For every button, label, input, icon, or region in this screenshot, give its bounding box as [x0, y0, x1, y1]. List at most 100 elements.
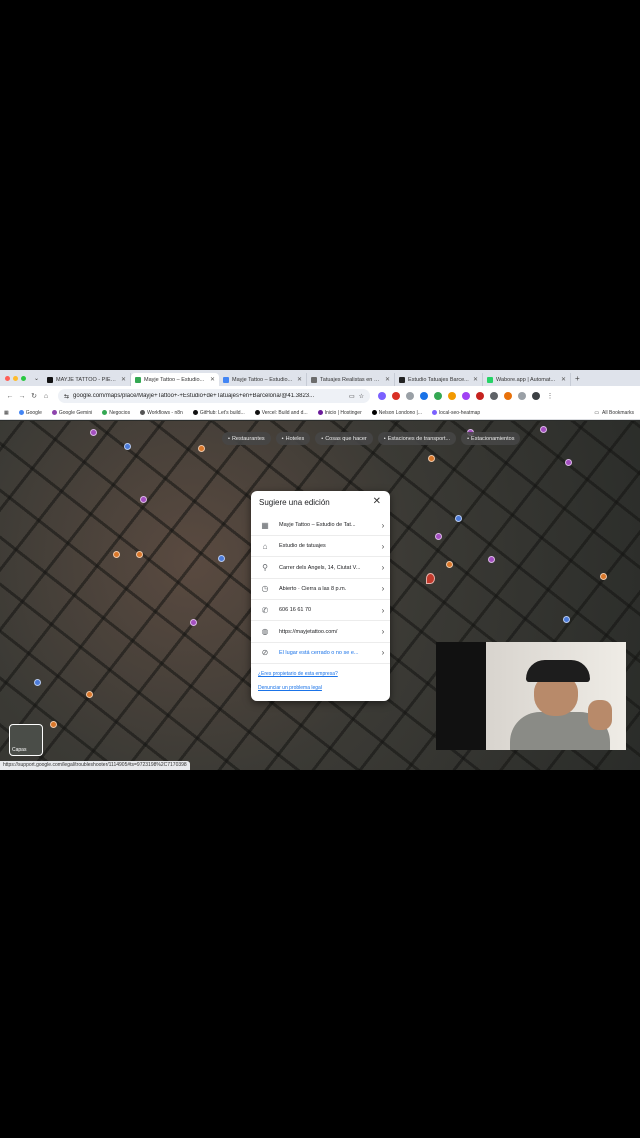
map-chip[interactable]: • Hoteles	[275, 432, 311, 445]
browser-toolbar: ← → ↻ ⌂ ⇆ google.com/maps/place/Mayje+Ta…	[0, 386, 640, 406]
map-poi-marker[interactable]	[34, 679, 41, 686]
map-poi-marker[interactable]	[113, 551, 120, 558]
close-tab-icon[interactable]: ✕	[473, 376, 478, 383]
maximize-window-button[interactable]	[21, 375, 26, 381]
map-poi-marker[interactable]	[86, 691, 93, 698]
close-tab-icon[interactable]: ✕	[561, 376, 566, 383]
map-poi-marker[interactable]	[600, 573, 607, 580]
bookmark-item[interactable]: Nelson Londono |...	[371, 410, 422, 416]
map-chip[interactable]: • Restaurantes	[222, 432, 271, 445]
extension-icon[interactable]	[420, 392, 428, 400]
extension-icon[interactable]	[476, 392, 484, 400]
edit-option-label: Carrer dels Àngels, 14, Ciutat V...	[279, 564, 361, 571]
edit-option-row[interactable]: ▦ Mayje Tattoo – Estudio de Tat... ›	[251, 515, 390, 536]
close-tab-icon[interactable]: ✕	[385, 376, 390, 383]
apps-grid-icon[interactable]: ▦	[4, 410, 9, 416]
tab-search-icon[interactable]: ⌄	[34, 375, 39, 382]
browser-tab[interactable]: MAYJE TATTOO - PIERCI... ✕	[43, 373, 132, 386]
extension-icon[interactable]	[406, 392, 414, 400]
edit-option-row[interactable]: ◷ Abierto · Cierra a las 8 p.m. ›	[251, 579, 390, 600]
extension-icon[interactable]	[490, 392, 498, 400]
bookmark-star-icon[interactable]: ☆	[359, 393, 364, 400]
extension-icon[interactable]	[462, 392, 470, 400]
cast-icon[interactable]: ▭	[349, 393, 355, 400]
forward-icon[interactable]: →	[16, 393, 28, 400]
close-tab-icon[interactable]: ✕	[210, 376, 215, 383]
close-window-button[interactable]	[5, 375, 10, 381]
edit-option-label: Mayje Tattoo – Estudio de Tat...	[279, 522, 356, 528]
owner-claim-link[interactable]: ¿Eres propietario de esta empresa?	[258, 671, 338, 677]
site-info-icon[interactable]: ⇆	[64, 393, 69, 400]
chip-icon: •	[383, 435, 386, 442]
close-tab-icon[interactable]: ✕	[297, 376, 302, 383]
browser-menu-icon[interactable]: ⋮	[544, 392, 556, 400]
map-poi-marker[interactable]	[136, 551, 143, 558]
map-poi-marker[interactable]	[565, 459, 572, 466]
bookmark-label: Google	[25, 409, 42, 416]
extension-icon[interactable]	[392, 392, 400, 400]
close-tab-icon[interactable]: ✕	[121, 376, 126, 383]
new-tab-button[interactable]: +	[575, 374, 580, 383]
bookmark-item[interactable]: local-seo-heatmap	[432, 410, 480, 416]
bookmark-item[interactable]: Inicio | Hostinger	[317, 410, 362, 416]
bookmark-favicon	[432, 410, 438, 415]
phone-icon: ✆	[261, 605, 269, 615]
status-bar-url: https://support.google.com/legal/trouble…	[0, 761, 190, 770]
map-poi-marker[interactable]	[446, 561, 453, 568]
map-chip[interactable]: • Estaciones de transport...	[377, 432, 457, 445]
edit-option-label: https://mayjetattoo.com/	[279, 628, 338, 635]
browser-tab[interactable]: Wabore.app | Automat... ✕	[483, 373, 572, 386]
reload-icon[interactable]: ↻	[28, 392, 40, 400]
map-chip[interactable]: • Cosas que hacer	[315, 432, 373, 445]
edit-option-row[interactable]: ⊘ El lugar está cerrado o no se e... ›	[251, 643, 390, 664]
bookmark-item[interactable]: Vercel: Build and d...	[254, 410, 308, 416]
browser-tab[interactable]: Mayje Tattoo – Estudio... ✕	[219, 373, 308, 386]
map-poi-marker[interactable]	[50, 721, 57, 728]
map-poi-marker[interactable]	[90, 429, 97, 436]
extension-icon[interactable]	[448, 392, 456, 400]
extension-icon[interactable]	[434, 392, 442, 400]
bookmark-item[interactable]: Google	[18, 409, 42, 416]
bookmark-item[interactable]: GitHub: Let's build...	[192, 410, 245, 416]
bookmark-item[interactable]: Google Gemini	[51, 410, 92, 416]
extension-icon[interactable]	[378, 392, 386, 400]
browser-tab[interactable]: Estudio Tatuajes Barce... ✕	[395, 373, 484, 386]
chevron-right-icon: ›	[381, 605, 385, 615]
map-poi-marker[interactable]	[218, 555, 225, 562]
edit-option-row[interactable]: ⌂ Estudio de tatuajes ›	[251, 536, 390, 558]
browser-tab[interactable]: Tatuajes Realistas en B... ✕	[307, 373, 396, 386]
layers-button[interactable]: Capas	[9, 724, 43, 756]
address-bar[interactable]: ⇆ google.com/maps/place/Mayje+Tattoo+-+E…	[58, 389, 370, 403]
selected-place-pin[interactable]	[426, 573, 435, 584]
chip-icon: •	[321, 435, 324, 442]
map-poi-marker[interactable]	[455, 515, 462, 522]
map-chip[interactable]: • Estacionamientos	[461, 432, 521, 445]
report-legal-link[interactable]: Denunciar un problema legal	[258, 685, 322, 691]
browser-tab[interactable]: Mayje Tattoo – Estudio... ✕	[131, 373, 220, 386]
map-poi-marker[interactable]	[563, 616, 570, 623]
edit-option-row[interactable]: ⚲ Carrer dels Àngels, 14, Ciutat V... ›	[251, 558, 390, 579]
edit-option-row[interactable]: ✆ 606 16 61 70 ›	[251, 600, 390, 622]
close-icon[interactable]: ✕	[373, 496, 381, 507]
map-poi-marker[interactable]	[190, 619, 197, 626]
extension-icon[interactable]	[504, 392, 512, 400]
profile-avatar[interactable]	[532, 392, 540, 400]
map-poi-marker[interactable]	[435, 533, 442, 540]
map-poi-marker[interactable]	[428, 455, 435, 462]
bookmark-item[interactable]: Negocios	[102, 410, 130, 416]
chip-label: Estaciones de transport...	[387, 435, 451, 442]
map-poi-marker[interactable]	[488, 556, 495, 563]
tab-title: Tatuajes Realistas en B...	[320, 376, 382, 383]
home-icon[interactable]: ⌂	[40, 393, 52, 400]
map-poi-marker[interactable]	[124, 443, 131, 450]
bookmark-item[interactable]: Workflows - n8n	[140, 410, 183, 416]
chevron-right-icon: ›	[381, 627, 385, 636]
back-icon[interactable]: ←	[4, 393, 16, 400]
edit-option-row[interactable]: ◍ https://mayjetattoo.com/ ›	[251, 622, 390, 643]
minimize-window-button[interactable]	[13, 375, 18, 381]
map-poi-marker[interactable]	[540, 426, 547, 433]
extensions-puzzle-icon[interactable]	[518, 392, 526, 400]
map-poi-marker[interactable]	[140, 496, 147, 503]
all-bookmarks[interactable]: ▭ All Bookmarks	[594, 410, 634, 416]
map-poi-marker[interactable]	[198, 445, 205, 452]
